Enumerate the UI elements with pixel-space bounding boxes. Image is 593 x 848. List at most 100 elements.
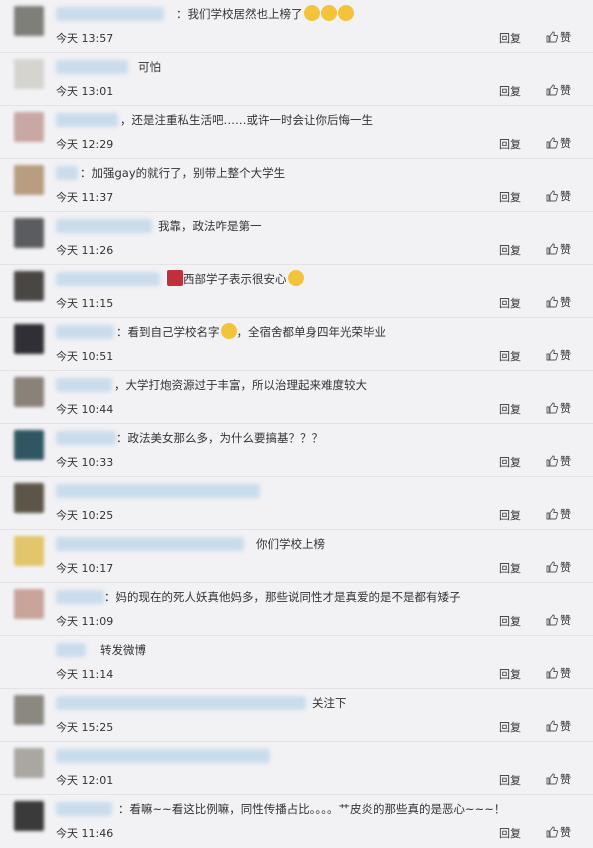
comment-content: 我靠，政法咋是第一 <box>158 217 262 235</box>
comment-text: 我靠，政法咋是第一 <box>158 219 262 233</box>
like-button[interactable]: 赞 <box>546 347 571 363</box>
comment-item: ：看嘛~~看这比例嘛，同性传播占比。。。。艹皮炎的那些真的是恶心~~~！ 今天 … <box>0 795 593 848</box>
username-blurred[interactable] <box>56 272 160 286</box>
thumbs-up-icon <box>546 773 558 785</box>
username-blurred[interactable] <box>56 219 152 233</box>
avatar[interactable] <box>14 6 44 36</box>
username-blurred[interactable] <box>56 696 306 710</box>
badge-icon <box>167 270 183 286</box>
like-button[interactable]: 赞 <box>546 453 571 469</box>
like-button[interactable]: 赞 <box>546 665 571 681</box>
comment-list: ：我们学校居然也上榜了 今天 13:57 回复 赞 可怕 今天 13:01 回复… <box>0 0 593 848</box>
username-blurred[interactable] <box>56 537 244 551</box>
avatar[interactable] <box>14 271 44 301</box>
reply-button[interactable]: 回复 <box>499 401 521 417</box>
like-label: 赞 <box>560 455 571 468</box>
comment-item: 我靠，政法咋是第一 今天 11:26 回复 赞 <box>0 212 593 265</box>
username-blurred[interactable] <box>56 7 164 21</box>
avatar[interactable] <box>14 748 44 778</box>
avatar[interactable] <box>14 536 44 566</box>
like-button[interactable]: 赞 <box>546 771 571 787</box>
username-blurred[interactable] <box>56 749 270 763</box>
like-label: 赞 <box>560 720 571 733</box>
comment-item: 今天 12:01 回复 赞 <box>0 742 593 795</box>
comment-content: 西部学子表示很安心 <box>166 270 304 288</box>
username-blurred[interactable] <box>56 643 86 657</box>
avatar[interactable] <box>14 430 44 460</box>
like-label: 赞 <box>560 667 571 680</box>
like-label: 赞 <box>560 561 571 574</box>
laughing-crying-icon <box>220 323 237 339</box>
comment-text: 西部学子表示很安心 <box>183 272 287 286</box>
username-blurred[interactable] <box>56 484 260 498</box>
avatar[interactable] <box>14 59 44 89</box>
avatar[interactable] <box>14 642 44 672</box>
reply-button[interactable]: 回复 <box>499 454 521 470</box>
username-blurred[interactable] <box>56 325 114 339</box>
username-blurred[interactable] <box>56 590 104 604</box>
reply-button[interactable]: 回复 <box>499 136 521 152</box>
thumbs-up-icon <box>546 243 558 255</box>
comment-item: ：看到自己学校名字 ，全宿舍都单身四年光荣毕业 今天 10:51 回复 赞 <box>0 318 593 371</box>
like-button[interactable]: 赞 <box>546 241 571 257</box>
comment-text: ：看到自己学校名字 <box>116 325 220 339</box>
like-button[interactable]: 赞 <box>546 188 571 204</box>
avatar[interactable] <box>14 112 44 142</box>
comment-text: 你们学校上榜 <box>256 537 325 551</box>
reply-button[interactable]: 回复 <box>499 719 521 735</box>
reply-button[interactable]: 回复 <box>499 83 521 99</box>
username-blurred[interactable] <box>56 60 128 74</box>
username-blurred[interactable] <box>56 378 112 392</box>
comment-item: 关注下 今天 15:25 回复 赞 <box>0 689 593 742</box>
like-button[interactable]: 赞 <box>546 559 571 575</box>
username-blurred[interactable] <box>56 166 78 180</box>
username-blurred[interactable] <box>56 431 116 445</box>
comment-item: ：加强gay的就行了，别带上整个大学生 今天 11:37 回复 赞 <box>0 159 593 212</box>
reply-button[interactable]: 回复 <box>499 613 521 629</box>
like-button[interactable]: 赞 <box>546 400 571 416</box>
like-label: 赞 <box>560 137 571 150</box>
avatar[interactable] <box>14 695 44 725</box>
reply-button[interactable]: 回复 <box>499 772 521 788</box>
avatar[interactable] <box>14 324 44 354</box>
like-button[interactable]: 赞 <box>546 135 571 151</box>
comment-item: 可怕 今天 13:01 回复 赞 <box>0 53 593 106</box>
like-button[interactable]: 赞 <box>546 294 571 310</box>
comment-content: ：我们学校居然也上榜了 <box>176 5 354 23</box>
avatar[interactable] <box>14 165 44 195</box>
avatar[interactable] <box>14 801 44 831</box>
comment-text: ：我们学校居然也上榜了 <box>176 7 303 21</box>
like-button[interactable]: 赞 <box>546 824 571 840</box>
reply-button[interactable]: 回复 <box>499 666 521 682</box>
comment-item: 你们学校上榜 今天 10:17 回复 赞 <box>0 530 593 583</box>
comment-text: 可怕 <box>138 60 161 74</box>
avatar[interactable] <box>14 589 44 619</box>
comment-content: ：看嘛~~看这比例嘛，同性传播占比。。。。艹皮炎的那些真的是恶心~~~！ <box>118 800 505 818</box>
thumbs-up-icon <box>546 455 558 467</box>
comment-time: 今天 10:25 <box>56 509 114 522</box>
reply-button[interactable]: 回复 <box>499 560 521 576</box>
reply-button[interactable]: 回复 <box>499 189 521 205</box>
like-button[interactable]: 赞 <box>546 718 571 734</box>
like-label: 赞 <box>560 31 571 44</box>
reply-button[interactable]: 回复 <box>499 825 521 841</box>
reply-button[interactable]: 回复 <box>499 295 521 311</box>
avatar[interactable] <box>14 218 44 248</box>
avatar[interactable] <box>14 483 44 513</box>
like-button[interactable]: 赞 <box>546 612 571 628</box>
avatar[interactable] <box>14 377 44 407</box>
comment-item: 转发微博 今天 11:14 回复 赞 <box>0 636 593 689</box>
reply-button[interactable]: 回复 <box>499 242 521 258</box>
username-blurred[interactable] <box>56 113 118 127</box>
comment-text: ：看嘛~~看这比例嘛，同性传播占比。。。。艹皮炎的那些真的是恶心~~~！ <box>118 802 506 816</box>
thumbs-up-icon <box>546 190 558 202</box>
thumbs-up-icon <box>546 667 558 679</box>
like-button[interactable]: 赞 <box>546 29 571 45</box>
reply-button[interactable]: 回复 <box>499 348 521 364</box>
comment-text: ，还是注重私生活吧……或许一时会让你后悔一生 <box>120 113 373 127</box>
reply-button[interactable]: 回复 <box>499 30 521 46</box>
username-blurred[interactable] <box>56 802 112 816</box>
like-button[interactable]: 赞 <box>546 506 571 522</box>
reply-button[interactable]: 回复 <box>499 507 521 523</box>
like-button[interactable]: 赞 <box>546 82 571 98</box>
